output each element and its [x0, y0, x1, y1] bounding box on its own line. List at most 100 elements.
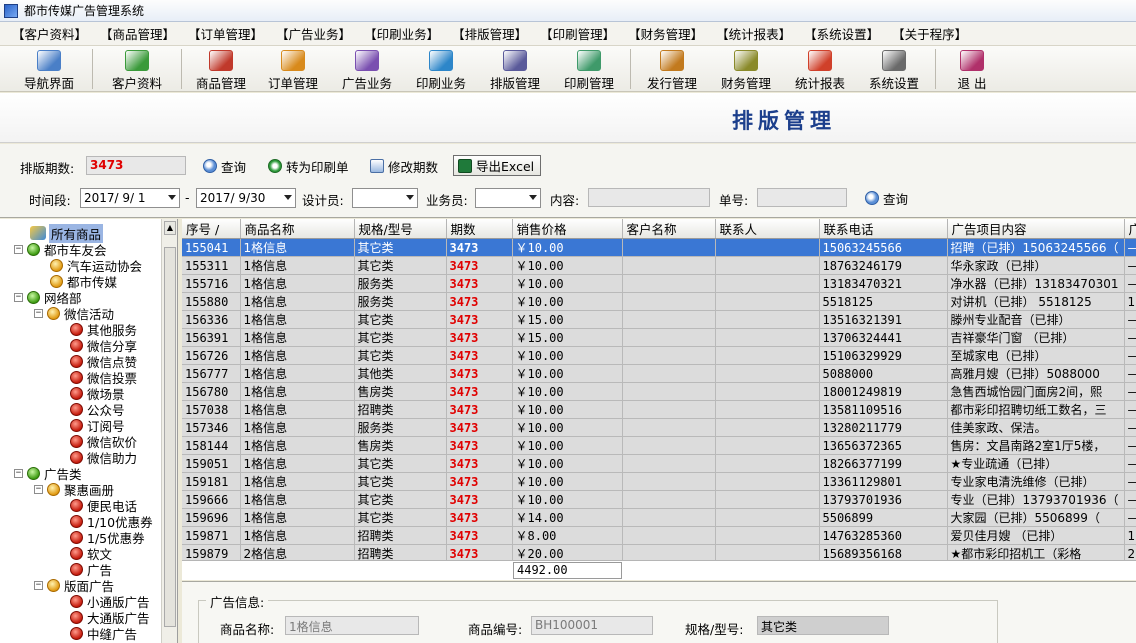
toolbar-button-label: 系统设置	[868, 76, 919, 91]
table-row[interactable]: 156726 1格信息 其它类 3473 ￥10.00 15106329929 至城家电（已…	[182, 346, 1136, 365]
table-cell: 13581109516	[819, 400, 948, 419]
to-print-order-button[interactable]: 转为印刷单	[268, 156, 349, 176]
menu-item[interactable]: 【订单管理】	[188, 24, 263, 43]
table-cell: ￥10.00	[512, 292, 623, 311]
menu-item[interactable]: 【排版管理】	[452, 24, 527, 43]
date-to-picker[interactable]: 2017/ 9/30	[196, 188, 296, 208]
column-header[interactable]: 广告项目内容	[947, 219, 1125, 239]
menu-item[interactable]: 【广告业务】	[276, 24, 351, 43]
toolbar-button[interactable]: 系统设置	[857, 46, 931, 92]
ad-detail-panel: 广告信息: 商品名称: 1格信息 商品编号: BH100001 规格/型号: 其…	[182, 581, 1136, 643]
column-header[interactable]: 联系电话	[819, 219, 948, 239]
collapse-toggle-icon[interactable]: −	[14, 244, 23, 254]
red-dot-icon	[70, 514, 83, 528]
table-row[interactable]: 159181 1格信息 其它类 3473 ￥10.00 13361129801 专业家电清洗…	[182, 472, 1136, 491]
toolbar-button[interactable]: 排版管理	[478, 46, 552, 92]
menu-item[interactable]: 【印刷业务】	[364, 24, 439, 43]
period-input[interactable]: 3473	[86, 156, 186, 175]
menu-item[interactable]: 【客户资料】	[12, 24, 87, 43]
table-cell	[715, 526, 820, 545]
toolbar-button[interactable]: 导航界面	[10, 46, 88, 92]
table-cell: ￥15.00	[512, 310, 623, 329]
table-row[interactable]: 155311 1格信息 其它类 3473 ￥10.00 18763246179 华永家政（已…	[182, 256, 1136, 275]
toolbar-button[interactable]: 商品管理	[186, 46, 256, 92]
menu-item[interactable]: 【系统设置】	[804, 24, 879, 43]
table-row[interactable]: 156777 1格信息 其他类 3473 ￥10.00 5088000 高雅月嫂（已排）50…	[182, 364, 1136, 383]
query-button[interactable]: 查询	[203, 156, 246, 176]
column-header[interactable]: 联系人	[715, 219, 820, 239]
print-job-icon	[429, 50, 453, 71]
toolbar-button[interactable]: 印刷业务	[404, 46, 478, 92]
to-print-order-label: 转为印刷单	[286, 159, 349, 175]
spec-field[interactable]: 其它类	[757, 616, 889, 635]
table-cell: 服务类	[354, 292, 447, 311]
menu-item[interactable]: 【财务管理】	[628, 24, 703, 43]
table-row[interactable]: 156780 1格信息 售房类 3473 ￥10.00 18001249819 急售西城怡园…	[182, 382, 1136, 401]
table-row[interactable]: 156391 1格信息 其它类 3473 ￥15.00 13706324441 吉祥豪华门窗…	[182, 328, 1136, 347]
menu-item[interactable]: 【关于程序】	[892, 24, 967, 43]
date-from-picker[interactable]: 2017/ 9/ 1	[80, 188, 180, 208]
table-cell: 1格信息	[240, 436, 355, 455]
table-row[interactable]: 155041 1格信息 其它类 3473 ￥10.00 15063245566 招聘（已排）…	[182, 238, 1136, 257]
toolbar-button[interactable]: 统计报表	[783, 46, 857, 92]
collapse-toggle-icon[interactable]: −	[34, 580, 43, 590]
table-cell: 15106329929	[819, 346, 948, 365]
column-header[interactable]: 期数	[446, 219, 513, 239]
export-excel-button[interactable]: 导出Excel	[453, 155, 542, 176]
toolbar-button-label: 订单管理	[267, 76, 318, 91]
query-button-2[interactable]: 查询	[865, 188, 908, 208]
column-header[interactable]: 商品名称	[240, 219, 355, 239]
toolbar-button[interactable]: 客户资料	[97, 46, 177, 92]
table-row[interactable]: 157346 1格信息 服务类 3473 ￥10.00 13280211779 佳美家政、保…	[182, 418, 1136, 437]
column-header[interactable]: 销售价格	[512, 219, 623, 239]
salesman-select[interactable]	[475, 188, 541, 208]
edit-period-button[interactable]: 修改期数	[370, 156, 438, 176]
table-cell: 156780	[182, 382, 241, 401]
toolbar-button[interactable]: 广告业务	[330, 46, 404, 92]
main-toolbar: 导航界面 客户资料 商品管理 订单管理 广告业务 印刷业务 排版管理 印刷管理 发行管理 财务管理…	[0, 46, 1136, 92]
column-header[interactable]: 规格/型号	[354, 219, 447, 239]
order-no-input[interactable]	[757, 188, 847, 207]
collapse-toggle-icon[interactable]: −	[34, 308, 43, 318]
table-row[interactable]: 159666 1格信息 其它类 3473 ￥10.00 13793701936 专业（已排）…	[182, 490, 1136, 509]
menu-item[interactable]: 【商品管理】	[100, 24, 175, 43]
toolbar-button[interactable]: 印刷管理	[552, 46, 626, 92]
product-code-field[interactable]: BH100001	[531, 616, 653, 635]
toolbar-button[interactable]: 订单管理	[256, 46, 330, 92]
tree-scroll-thumb[interactable]	[164, 247, 176, 627]
toolbar-button[interactable]: 财务管理	[709, 46, 783, 92]
table-cell: ￥10.00	[512, 472, 623, 491]
menu-item[interactable]: 【印刷管理】	[540, 24, 615, 43]
product-name-field[interactable]: 1格信息	[285, 616, 419, 635]
green-dot-icon	[27, 466, 40, 480]
table-cell	[622, 310, 716, 329]
table-row[interactable]: 157038 1格信息 招聘类 3473 ￥10.00 13581109516 都市彩印招聘…	[182, 400, 1136, 419]
table-row[interactable]: 159871 1格信息 招聘类 3473 ￥8.00 14763285360 爱贝佳月嫂 （…	[182, 526, 1136, 545]
table-row[interactable]: 155716 1格信息 服务类 3473 ￥10.00 13183470321 净水器（已排…	[182, 274, 1136, 293]
menu-item[interactable]: 【统计报表】	[716, 24, 791, 43]
table-row[interactable]: 155880 1格信息 服务类 3473 ￥10.00 5518125 对讲机（已排） 55…	[182, 292, 1136, 311]
table-row[interactable]: 159051 1格信息 其它类 3473 ￥10.00 18266377199 ★专业疏通（…	[182, 454, 1136, 473]
designer-select[interactable]	[352, 188, 418, 208]
column-header[interactable]: 广	[1124, 219, 1136, 239]
column-header[interactable]: 序号 /	[182, 219, 241, 239]
table-row[interactable]: 158144 1格信息 售房类 3473 ￥10.00 13656372365 售房：文昌南…	[182, 436, 1136, 455]
table-row[interactable]: 156336 1格信息 其它类 3473 ￥15.00 13516321391 滕州专业配音…	[182, 310, 1136, 329]
collapse-toggle-icon[interactable]: −	[14, 292, 23, 302]
toolbar-button[interactable]: 发行管理	[635, 46, 709, 92]
collapse-toggle-icon[interactable]: −	[34, 484, 43, 494]
collapse-toggle-icon[interactable]: −	[14, 468, 23, 478]
chevron-down-icon	[168, 195, 176, 200]
column-header[interactable]: 客户名称	[622, 219, 716, 239]
content-label: 内容:	[550, 193, 580, 208]
content-input[interactable]	[588, 188, 710, 207]
table-cell: 至城家电（已排）	[947, 346, 1125, 365]
toolbar-button[interactable]: 退 出	[940, 46, 1004, 92]
table-cell	[622, 490, 716, 509]
book-icon	[503, 50, 527, 71]
table-cell: 3473	[446, 472, 513, 491]
tree-scrollbar[interactable]: ▲	[161, 219, 177, 643]
table-row[interactable]: 159696 1格信息 其它类 3473 ￥14.00 5506899 大家园（已排）550…	[182, 508, 1136, 527]
tree-node[interactable]: 中缝广告	[70, 625, 137, 642]
scroll-up-icon[interactable]: ▲	[164, 221, 176, 235]
